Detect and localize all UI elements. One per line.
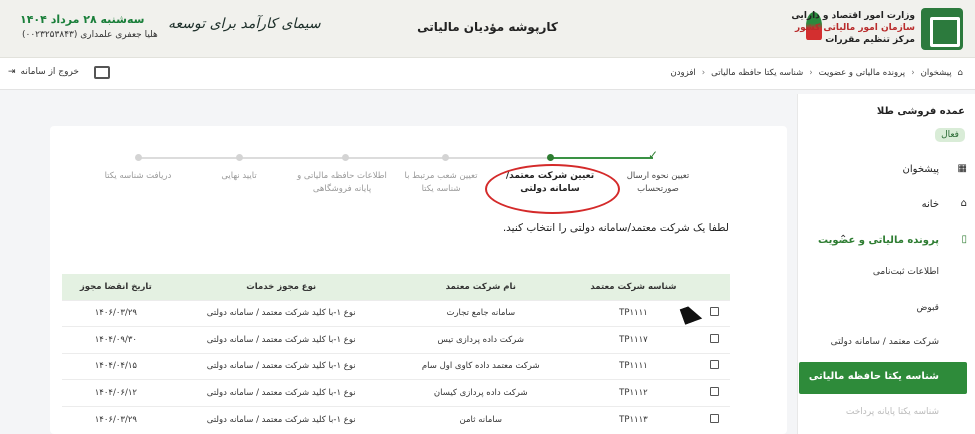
step-label-send-method: تعیین نحوه ارسال صورتحساب bbox=[626, 171, 690, 194]
cell-company-id: TP۱۱۱۱ bbox=[568, 352, 698, 380]
row-checkbox[interactable] bbox=[709, 333, 719, 343]
step-dot bbox=[342, 154, 349, 161]
table-row[interactable]: TP۱۱۱۳ سامانه ثامن نوع ۱-با کلید شرکت مع… bbox=[62, 405, 730, 433]
table-row[interactable]: TP۱۱۱۱ سامانه جامع تجارت نوع ۱-با کلید ش… bbox=[62, 299, 730, 327]
chevron-left-icon: ‹ bbox=[701, 68, 706, 78]
row-checkbox[interactable] bbox=[709, 360, 719, 370]
sidebar-subitem-registration[interactable]: اطلاعات ثبت‌نامی bbox=[797, 262, 975, 286]
step-connector bbox=[550, 157, 653, 159]
sidebar-subitem-terminal-id[interactable]: شناسه یکتا پایانه پرداخت bbox=[797, 402, 975, 426]
step-label-receive-id: دریافت شناسه یکتا bbox=[104, 171, 172, 181]
home-icon: ⌂ bbox=[957, 68, 963, 78]
cell-license-type: نوع ۱-با کلید شرکت معتمد / سامانه دولتی bbox=[169, 326, 393, 353]
check-icon: ✓ bbox=[648, 148, 659, 162]
step-label-final-confirm: تایید نهایی bbox=[221, 171, 257, 181]
chevron-left-icon: ‹ bbox=[911, 68, 915, 78]
tax-org-logo-icon bbox=[921, 8, 963, 50]
row-checkbox[interactable] bbox=[709, 413, 719, 423]
row-checkbox[interactable] bbox=[709, 307, 719, 317]
cell-expiry-date: ۱۴۰۶/۰۳/۲۹ bbox=[62, 299, 170, 327]
monitor-icon[interactable] bbox=[94, 66, 110, 79]
status-badge: فعال bbox=[935, 128, 965, 142]
main-card: ✓ تعیین نحوه ارسال صورتحساب تعیین شرکت م… bbox=[50, 126, 787, 434]
header-license-type: نوع مجوز خدمات bbox=[169, 274, 393, 300]
cell-expiry-date: ۱۴۰۴/۰۶/۱۲ bbox=[62, 379, 170, 406]
sidebar: عمده فروشی طلا فعال ▦ پیشخوان ⌂ خانه ▯ پ… bbox=[797, 94, 975, 434]
cell-license-type: نوع ۱-با کلید شرکت معتمد / سامانه دولتی bbox=[169, 379, 393, 406]
sidebar-subitem-bills[interactable]: قبوض bbox=[797, 298, 975, 322]
step-dot bbox=[442, 154, 449, 161]
annotation-circle bbox=[485, 164, 620, 214]
stepper: ✓ تعیین نحوه ارسال صورتحساب تعیین شرکت م… bbox=[50, 126, 787, 216]
breadcrumb-unique-id[interactable]: شناسه یکتا حافظه مالیاتی bbox=[711, 68, 803, 78]
cell-company-id: TP۱۱۱۱ bbox=[568, 299, 698, 327]
dashboard-icon: ▦ bbox=[957, 163, 967, 174]
header-company-name: نام شرکت معتمد bbox=[392, 274, 569, 300]
cell-company-name: سامانه جامع تجارت bbox=[392, 299, 569, 327]
sidebar-item-home[interactable]: ⌂ خانه bbox=[797, 192, 975, 220]
cell-license-type: نوع ۱-با کلید شرکت معتمد / سامانه دولتی bbox=[169, 405, 393, 433]
trusted-companies-table: شناسه شرکت معتمد نام شرکت معتمد نوع مجوز… bbox=[62, 274, 730, 433]
app-header: سه‌شنبه ۲۸ مرداد ۱۴۰۴ هلیا جعفری علمداری… bbox=[0, 0, 975, 58]
cell-company-name: شرکت معتمد داده کاوی اول سام bbox=[392, 352, 569, 380]
cell-company-id: TP۱۱۱۷ bbox=[568, 326, 698, 353]
cell-license-type: نوع ۱-با کلید شرکت معتمد / سامانه دولتی bbox=[169, 299, 393, 327]
cell-company-id: TP۱۱۱۳ bbox=[568, 405, 698, 433]
breadcrumb-dashboard[interactable]: پیشخوان bbox=[921, 68, 952, 78]
instruction-text: لطفا یک شرکت معتمد/سامانه دولتی را انتخا… bbox=[502, 222, 729, 234]
step-dot bbox=[135, 154, 142, 161]
breadcrumb-tax-file[interactable]: پرونده مالیاتی و عضویت bbox=[819, 68, 906, 78]
exit-label: خروج از سامانه bbox=[20, 67, 79, 77]
sidebar-subitem-unique-id[interactable]: شناسه یکتا حافظه مالیاتی bbox=[799, 362, 967, 394]
company-name: عمده فروشی طلا bbox=[876, 106, 965, 117]
cell-expiry-date: ۱۴۰۴/۰۴/۱۵ bbox=[62, 352, 170, 380]
header-checkbox-col bbox=[698, 274, 730, 300]
breadcrumb-add: افزودن bbox=[670, 68, 696, 78]
chevron-up-icon: ⌃ bbox=[839, 234, 848, 245]
table-row[interactable]: TP۱۱۱۱ شرکت معتمد داده کاوی اول سام نوع … bbox=[62, 352, 730, 380]
header-expiry-date: تاریخ انقضا مجوز bbox=[62, 274, 170, 300]
breadcrumb: ⌂ پیشخوان ‹ پرونده مالیاتی و عضویت ‹ شنا… bbox=[671, 68, 963, 78]
sidebar-item-tax-file[interactable]: ▯ پرونده مالیاتی و عضویت ⌃ bbox=[797, 228, 975, 256]
cell-company-name: سامانه ثامن bbox=[392, 405, 569, 433]
exit-button[interactable]: خروج از سامانه ⇥ bbox=[8, 67, 79, 77]
step-dot-current bbox=[547, 154, 554, 161]
cell-license-type: نوع ۱-با کلید شرکت معتمد / سامانه دولتی bbox=[169, 352, 393, 380]
table-row[interactable]: TP۱۱۱۷ شرکت داده پردازی تیس نوع ۱-با کلی… bbox=[62, 326, 730, 353]
cell-company-name: شرکت داده پردازی کیسان bbox=[392, 379, 569, 406]
cell-company-name: شرکت داده پردازی تیس bbox=[392, 326, 569, 353]
table-header-row: شناسه شرکت معتمد نام شرکت معتمد نوع مجوز… bbox=[62, 274, 730, 300]
toolbar: خروج از سامانه ⇥ ⌂ پیشخوان ‹ پرونده مالی… bbox=[0, 58, 975, 90]
sidebar-subitem-trusted-company[interactable]: شرکت معتمد / سامانه دولتی bbox=[797, 332, 975, 356]
table-row[interactable]: TP۱۱۱۲ شرکت داده پردازی کیسان نوع ۱-با ک… bbox=[62, 379, 730, 406]
cell-expiry-date: ۱۴۰۴/۰۹/۳۰ bbox=[62, 326, 170, 353]
header-company-id: شناسه شرکت معتمد bbox=[568, 274, 698, 300]
chevron-left-icon: ‹ bbox=[809, 68, 813, 78]
step-label-branches: تعیین شعب مرتبط با شناسه یکتا bbox=[404, 171, 478, 194]
step-label-memory-info: اطلاعات حافظه مالیاتی و پایانه فروشگاهی bbox=[297, 171, 387, 194]
file-icon: ▯ bbox=[961, 234, 967, 245]
cell-company-id: TP۱۱۱۲ bbox=[568, 379, 698, 406]
logout-icon: ⇥ bbox=[8, 67, 16, 77]
cell-expiry-date: ۱۴۰۶/۰۳/۲۹ bbox=[62, 405, 170, 433]
org-name: وزارت امور اقتصاد و دارایی سازمان امور م… bbox=[791, 11, 915, 45]
sidebar-item-dashboard[interactable]: ▦ پیشخوان bbox=[797, 157, 975, 185]
home-icon: ⌂ bbox=[960, 198, 967, 209]
row-checkbox[interactable] bbox=[709, 386, 719, 396]
step-dot bbox=[236, 154, 243, 161]
